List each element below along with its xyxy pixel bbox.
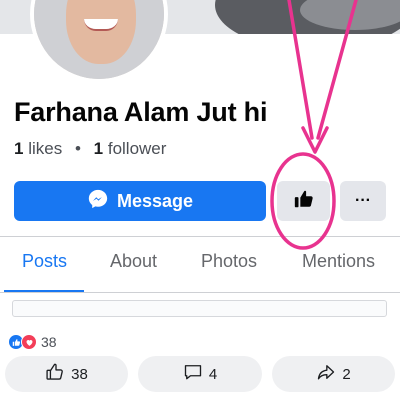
more-options-button[interactable]: ··· <box>340 181 386 221</box>
tabs-divider <box>0 292 400 293</box>
like-page-button[interactable] <box>277 181 330 221</box>
reaction-count: 38 <box>41 334 57 350</box>
profile-stats: 1 likes • 1 follower <box>14 139 166 159</box>
tab-posts[interactable]: Posts <box>22 251 67 272</box>
message-button-label: Message <box>116 190 194 211</box>
followers-count: 1 <box>93 139 104 158</box>
love-reaction-icon <box>21 334 37 350</box>
comment-action-button[interactable]: 4 <box>138 356 262 392</box>
like-count: 38 <box>71 365 88 383</box>
likes-count: 1 <box>14 139 24 158</box>
messenger-icon <box>87 188 109 215</box>
profile-name: Farhana Alam Jut hi <box>14 97 268 127</box>
section-divider <box>0 236 400 237</box>
likes-label: likes <box>28 139 63 158</box>
reactions-summary[interactable]: 38 <box>8 333 57 351</box>
like-action-button[interactable]: 38 <box>5 356 128 392</box>
tab-photos[interactable]: Photos <box>201 251 257 272</box>
share-count: 2 <box>342 365 351 383</box>
annotation-arrowhead <box>301 126 329 154</box>
share-action-button[interactable]: 2 <box>272 356 395 392</box>
followers-label: follower <box>107 139 167 158</box>
tab-mentions[interactable]: Mentions <box>302 251 375 272</box>
profile-tabs: Posts About Photos Mentions <box>0 251 400 275</box>
avatar[interactable] <box>30 0 168 83</box>
tab-about[interactable]: About <box>110 251 157 272</box>
post-preview-box[interactable] <box>12 300 387 317</box>
message-button[interactable]: Message <box>14 181 266 221</box>
comment-icon <box>183 362 203 386</box>
more-dots-icon: ··· <box>355 192 371 209</box>
share-icon <box>316 362 336 386</box>
thumbs-up-icon <box>45 362 65 386</box>
comment-count: 4 <box>208 365 218 383</box>
stats-separator: • <box>74 139 81 158</box>
thumbs-up-icon <box>293 188 315 215</box>
